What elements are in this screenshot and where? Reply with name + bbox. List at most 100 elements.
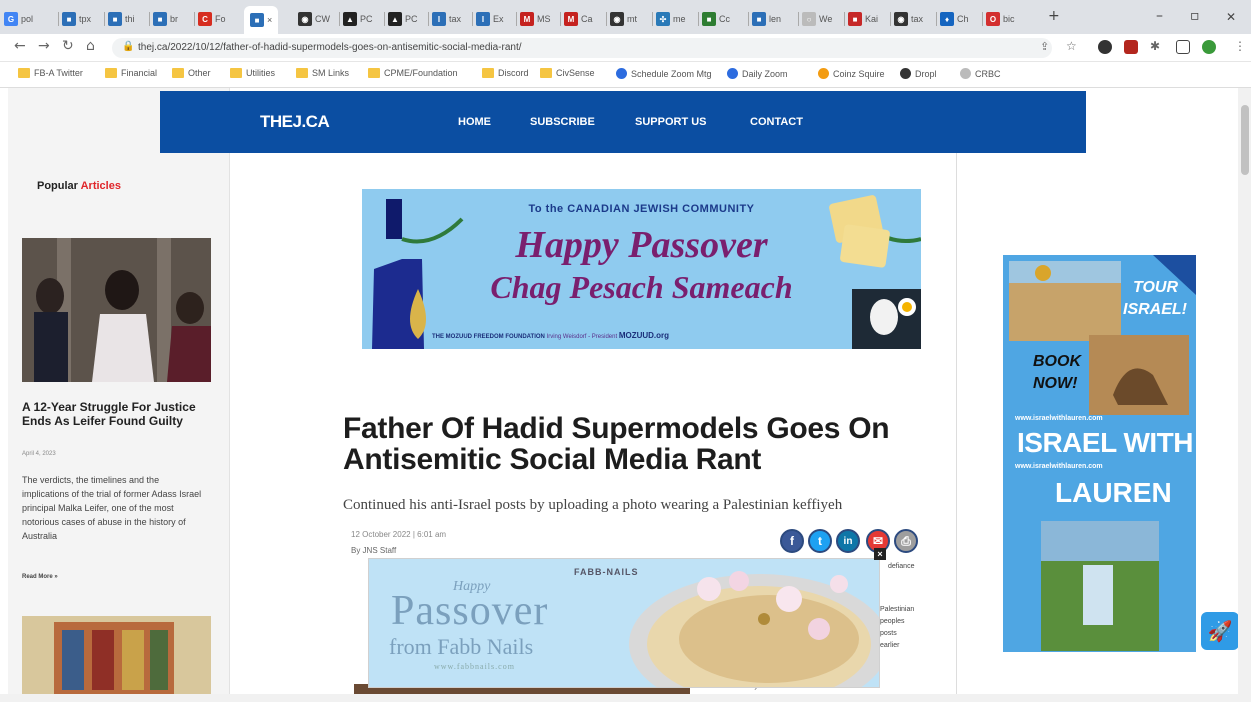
browser-tab[interactable]: ■ thi: [108, 6, 135, 32]
bookmark-item[interactable]: Utilities: [230, 68, 275, 78]
bookmark-label: Daily Zoom: [742, 68, 788, 79]
horizontal-scrollbar[interactable]: [0, 694, 1238, 702]
browser-tab[interactable]: C Fo: [198, 6, 226, 32]
banner-site: MOZUUD.org: [618, 331, 670, 340]
bookmark-item[interactable]: Coinz Squire: [818, 68, 885, 79]
bookmark-item[interactable]: Financial: [105, 68, 157, 78]
read-more-link[interactable]: Read More »: [22, 574, 58, 580]
rocket-icon[interactable]: 🚀: [1201, 612, 1239, 650]
bookmark-label: Coinz Squire: [833, 68, 885, 79]
reload-icon[interactable]: ↻: [62, 38, 74, 54]
tab-favicon-icon: ■: [702, 12, 716, 26]
article-title[interactable]: A 12-Year Struggle For Justice Ends As L…: [22, 400, 202, 428]
extension-icon[interactable]: [1124, 40, 1138, 54]
tab-separator: [384, 12, 385, 26]
back-icon[interactable]: ←: [14, 38, 26, 54]
browser-tab[interactable]: M Ca: [564, 6, 593, 32]
browser-tab[interactable]: ♦ Ch: [940, 6, 969, 32]
folder-icon: [18, 68, 30, 78]
browser-tab[interactable]: Gpol: [4, 6, 33, 32]
nav-support-us[interactable]: SUPPORT US: [635, 116, 707, 128]
browser-tab[interactable]: M MS: [520, 6, 551, 32]
fabb-nails-ad[interactable]: FABB-NAILS Happy Passover from Fabb Nail…: [368, 558, 880, 688]
bookmark-item[interactable]: Discord: [482, 68, 529, 78]
tab-favicon-icon: ✣: [656, 12, 670, 26]
side-panel-icon[interactable]: [1176, 40, 1190, 54]
minimize-button[interactable]: –: [1156, 8, 1163, 24]
browser-tab[interactable]: I Ex: [476, 6, 504, 32]
article-thumbnail[interactable]: [22, 616, 211, 702]
bookmark-favicon-icon: [900, 68, 911, 79]
twitter-icon[interactable]: t: [808, 529, 832, 553]
browser-tab[interactable]: Itax: [432, 6, 461, 32]
maximize-button[interactable]: ▫: [1190, 8, 1200, 24]
ad-israel: ISRAEL!: [1123, 301, 1187, 318]
bookmark-star-icon[interactable]: ☆: [1066, 39, 1077, 53]
bookmark-item[interactable]: Schedule Zoom Mtg: [616, 68, 712, 79]
tab-separator: [104, 12, 105, 26]
browser-tab[interactable]: ◉ mt: [610, 6, 637, 32]
tab-title: Ex: [493, 14, 504, 24]
tab-separator: [844, 12, 845, 26]
browser-tab[interactable]: ■ ×: [244, 6, 279, 34]
tab-separator: [748, 12, 749, 26]
passover-banner-ad[interactable]: To the CANADIAN JEWISH COMMUNITY Happy P…: [362, 189, 921, 349]
address-bar-text: thej.ca/2022/10/12/father-of-hadid-super…: [138, 42, 522, 53]
tab-title: Ch: [957, 14, 969, 24]
extensions-puzzle-icon[interactable]: ✱: [1150, 39, 1160, 53]
print-icon[interactable]: ⎙: [894, 529, 918, 553]
browser-tab[interactable]: ✣ me: [656, 6, 686, 32]
address-bar[interactable]: 🔒 thej.ca/2022/10/12/father-of-hadid-sup…: [112, 38, 1052, 58]
site-logo[interactable]: THEJ.CA: [260, 112, 330, 132]
tab-separator: [652, 12, 653, 26]
nav-subscribe[interactable]: SUBSCRIBE: [530, 116, 595, 128]
folder-icon: [230, 68, 242, 78]
article-byline[interactable]: By JNS Staff: [351, 546, 396, 555]
bookmark-item[interactable]: Daily Zoom: [727, 68, 788, 79]
home-icon[interactable]: ⌂: [86, 38, 95, 54]
scrollbar-thumb[interactable]: [1241, 105, 1249, 175]
browser-tab[interactable]: ▲ PC: [343, 6, 373, 32]
heading-accent: Articles: [80, 180, 121, 192]
close-window-button[interactable]: ✕: [1226, 10, 1236, 24]
browser-tab[interactable]: ■ len: [752, 6, 781, 32]
forward-icon[interactable]: →: [38, 38, 50, 54]
browser-tab[interactable]: ◉ tax: [894, 6, 923, 32]
tab-separator: [606, 12, 607, 26]
nav-home[interactable]: HOME: [458, 116, 491, 128]
vertical-scrollbar[interactable]: [1238, 88, 1251, 702]
bookmark-item[interactable]: Dropl: [900, 68, 937, 79]
browser-tab[interactable]: ■ Cc: [702, 6, 730, 32]
facebook-icon[interactable]: f: [780, 529, 804, 553]
bookmark-label: FB-A Twitter: [34, 68, 83, 78]
tab-title: CW: [315, 14, 330, 24]
browser-toolbar: ← → ↻ ⌂ 🔒 thej.ca/2022/10/12/father-of-h…: [0, 34, 1251, 62]
browser-tab[interactable]: ○ We: [802, 6, 832, 32]
browser-tab[interactable]: ▲ PC: [388, 6, 418, 32]
browser-tab[interactable]: ■ Kai: [848, 6, 878, 32]
linkedin-icon[interactable]: in: [836, 529, 860, 553]
close-ad-icon[interactable]: ×: [874, 548, 886, 560]
browser-tab[interactable]: ■ tpx: [62, 6, 91, 32]
tab-title: br: [170, 14, 179, 24]
bookmark-item[interactable]: CivSense: [540, 68, 595, 78]
extension-icon[interactable]: [1098, 40, 1112, 54]
israel-with-lauren-ad[interactable]: TOUR ISRAEL! BOOK NOW! www.israelwithlau…: [1003, 255, 1196, 652]
new-tab-button[interactable]: +: [1048, 8, 1060, 24]
nav-contact[interactable]: CONTACT: [750, 116, 803, 128]
browser-tab[interactable]: ■ br: [153, 6, 178, 32]
article-thumbnail[interactable]: [22, 238, 211, 382]
profile-avatar[interactable]: [1202, 40, 1216, 54]
bookmark-favicon-icon: [727, 68, 738, 79]
bookmark-item[interactable]: SM Links: [296, 68, 349, 78]
tab-title: Ca: [581, 14, 593, 24]
bookmark-item[interactable]: Other: [172, 68, 211, 78]
share-page-icon[interactable]: ⇪: [1040, 40, 1049, 53]
bookmark-item[interactable]: FB-A Twitter: [18, 68, 83, 78]
bookmark-item[interactable]: CPME/Foundation: [368, 68, 458, 78]
browser-menu-icon[interactable]: ⋮: [1234, 39, 1246, 53]
browser-tab[interactable]: Obic: [986, 6, 1015, 32]
article-date-meta: 12 October 2022 | 6:01 am: [351, 530, 446, 539]
bookmark-item[interactable]: CRBC: [960, 68, 1001, 79]
browser-tab[interactable]: ◉ CW: [298, 6, 330, 32]
